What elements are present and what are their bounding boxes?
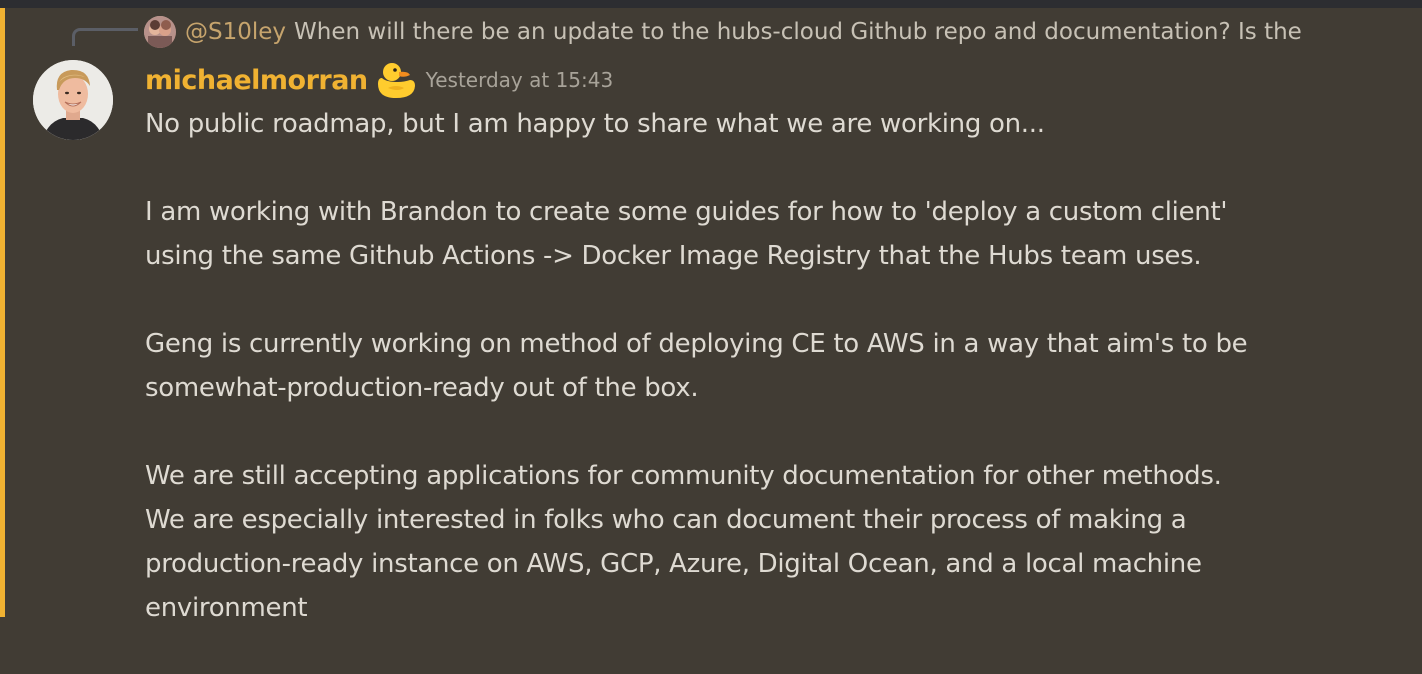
message-timestamp[interactable]: Yesterday at 15:43 — [426, 68, 614, 92]
reply-author-avatar[interactable] — [144, 16, 176, 48]
message-paragraph: No public roadmap, but I am happy to sha… — [145, 102, 1405, 146]
reply-author[interactable]: @S10ley — [185, 19, 286, 45]
chat-message[interactable]: @S10ley When will there be an update to t… — [5, 8, 1422, 623]
message-line: We are especially interested in folks wh… — [145, 505, 1187, 535]
reply-spine — [72, 28, 138, 46]
message-line: environment — [145, 593, 308, 623]
message-line: No public roadmap, but I am happy to sha… — [145, 109, 1045, 139]
message-line: Geng is currently working on method of d… — [145, 329, 1248, 359]
message-line: We are still accepting applications for … — [145, 461, 1222, 491]
message-line: using the same Github Actions -> Docker … — [145, 241, 1202, 271]
author-avatar[interactable] — [33, 60, 113, 140]
message-paragraph: We are still accepting applications for … — [145, 454, 1405, 630]
reply-text[interactable]: When will there be an update to the hubs… — [294, 19, 1302, 45]
author-username[interactable]: michaelmorran — [145, 65, 368, 96]
message-line: production-ready instance on AWS, GCP, A… — [145, 549, 1202, 579]
message-paragraph: Geng is currently working on method of d… — [145, 322, 1405, 410]
message-paragraph: I am working with Brandon to create some… — [145, 190, 1405, 278]
reply-preview[interactable]: @S10ley When will there be an update to t… — [185, 14, 1415, 50]
message-line: I am working with Brandon to create some… — [145, 197, 1228, 227]
message-content: No public roadmap, but I am happy to sha… — [145, 102, 1405, 674]
top-strip — [0, 0, 1422, 8]
message-header: michaelmorran Yesterday at 15:43 — [145, 60, 613, 100]
rubber-duck-icon — [374, 60, 418, 100]
message-line: somewhat-production-ready out of the box… — [145, 373, 699, 403]
